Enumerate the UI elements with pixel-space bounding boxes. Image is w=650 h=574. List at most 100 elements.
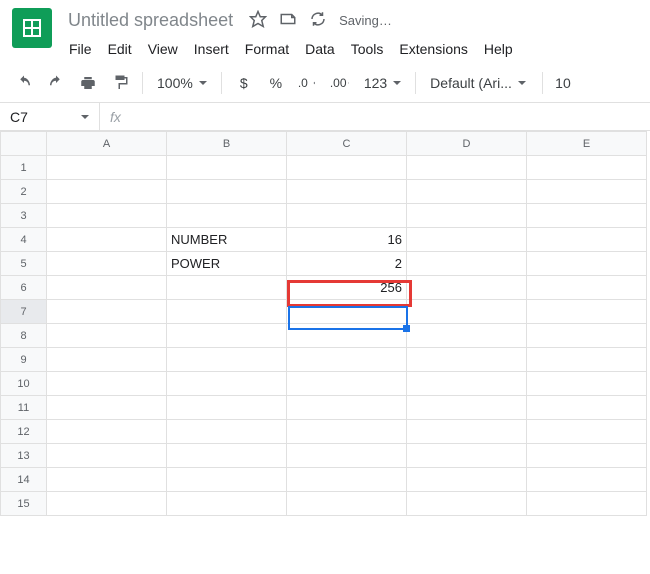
increase-decimal-button[interactable]: .00	[326, 69, 354, 97]
cell[interactable]	[527, 492, 647, 516]
cell[interactable]	[47, 180, 167, 204]
cell[interactable]	[167, 444, 287, 468]
decrease-decimal-button[interactable]: .0	[294, 69, 322, 97]
row-header[interactable]: 9	[1, 348, 47, 372]
paint-format-button[interactable]	[106, 69, 134, 97]
cell[interactable]	[407, 492, 527, 516]
cell[interactable]	[407, 156, 527, 180]
cell[interactable]	[287, 468, 407, 492]
row-header[interactable]: 2	[1, 180, 47, 204]
cell[interactable]	[167, 492, 287, 516]
doc-title[interactable]: Untitled spreadsheet	[62, 8, 239, 33]
cell[interactable]	[527, 204, 647, 228]
cell[interactable]	[167, 204, 287, 228]
cell[interactable]	[47, 324, 167, 348]
currency-button[interactable]: $	[230, 69, 258, 97]
cell[interactable]	[47, 492, 167, 516]
row-header[interactable]: 14	[1, 468, 47, 492]
cell[interactable]: NUMBER	[167, 228, 287, 252]
row-header[interactable]: 1	[1, 156, 47, 180]
cell[interactable]	[47, 348, 167, 372]
cell[interactable]	[167, 156, 287, 180]
cell[interactable]	[407, 444, 527, 468]
cloud-status-icon[interactable]	[309, 10, 327, 31]
cell[interactable]	[407, 276, 527, 300]
cell[interactable]	[527, 468, 647, 492]
cell[interactable]	[287, 324, 407, 348]
cell[interactable]	[287, 444, 407, 468]
row-header[interactable]: 15	[1, 492, 47, 516]
cell[interactable]	[167, 276, 287, 300]
row-header[interactable]: 3	[1, 204, 47, 228]
col-header[interactable]: A	[47, 132, 167, 156]
cell[interactable]	[287, 420, 407, 444]
cell[interactable]	[167, 180, 287, 204]
cell[interactable]: 256	[287, 276, 407, 300]
cell[interactable]	[47, 396, 167, 420]
menu-view[interactable]: View	[141, 37, 185, 61]
cell[interactable]	[167, 300, 287, 324]
menu-help[interactable]: Help	[477, 37, 520, 61]
cell[interactable]	[167, 396, 287, 420]
print-button[interactable]	[74, 69, 102, 97]
row-header[interactable]: 7	[1, 300, 47, 324]
move-icon[interactable]	[279, 10, 297, 31]
cell[interactable]	[287, 372, 407, 396]
cell[interactable]	[527, 156, 647, 180]
cell[interactable]	[407, 300, 527, 324]
formula-input[interactable]	[131, 103, 650, 130]
cell[interactable]: 2	[287, 252, 407, 276]
cell[interactable]	[47, 372, 167, 396]
cell[interactable]	[407, 324, 527, 348]
cell[interactable]	[527, 372, 647, 396]
cell[interactable]	[287, 492, 407, 516]
col-header[interactable]: E	[527, 132, 647, 156]
cell[interactable]	[167, 324, 287, 348]
menu-edit[interactable]: Edit	[101, 37, 139, 61]
cell[interactable]	[527, 348, 647, 372]
menu-file[interactable]: File	[62, 37, 99, 61]
percent-button[interactable]: %	[262, 69, 290, 97]
cell[interactable]	[527, 276, 647, 300]
cell[interactable]	[47, 444, 167, 468]
redo-button[interactable]	[42, 69, 70, 97]
cell[interactable]	[47, 252, 167, 276]
menu-format[interactable]: Format	[238, 37, 296, 61]
cell[interactable]	[527, 300, 647, 324]
cell[interactable]	[47, 276, 167, 300]
row-header[interactable]: 13	[1, 444, 47, 468]
cell[interactable]	[527, 444, 647, 468]
row-header[interactable]: 6	[1, 276, 47, 300]
cell[interactable]	[287, 300, 407, 324]
cell[interactable]	[527, 324, 647, 348]
star-icon[interactable]	[249, 10, 267, 31]
col-header[interactable]: B	[167, 132, 287, 156]
cell[interactable]	[287, 180, 407, 204]
cell[interactable]	[527, 228, 647, 252]
cell[interactable]	[47, 420, 167, 444]
more-formats-dropdown[interactable]: 123	[358, 69, 407, 97]
cell[interactable]	[407, 396, 527, 420]
cell[interactable]	[407, 204, 527, 228]
cell[interactable]	[527, 396, 647, 420]
font-size[interactable]: 10	[551, 75, 575, 91]
menu-tools[interactable]: Tools	[344, 37, 391, 61]
cell[interactable]	[527, 252, 647, 276]
font-dropdown[interactable]: Default (Ari...	[424, 69, 534, 97]
row-header[interactable]: 11	[1, 396, 47, 420]
zoom-dropdown[interactable]: 100%	[151, 69, 213, 97]
cell[interactable]	[407, 420, 527, 444]
cell[interactable]	[287, 396, 407, 420]
cell[interactable]	[407, 252, 527, 276]
spreadsheet-grid[interactable]: A B C D E 1 2 3 4NUMBER16 5POWER2 6256 7…	[0, 131, 647, 516]
name-box[interactable]: C7	[0, 103, 100, 130]
cell[interactable]	[167, 468, 287, 492]
col-header[interactable]: D	[407, 132, 527, 156]
cell[interactable]	[407, 348, 527, 372]
cell[interactable]	[47, 204, 167, 228]
cell[interactable]	[167, 372, 287, 396]
row-header[interactable]: 4	[1, 228, 47, 252]
cell[interactable]	[527, 420, 647, 444]
row-header[interactable]: 8	[1, 324, 47, 348]
cell[interactable]	[47, 468, 167, 492]
